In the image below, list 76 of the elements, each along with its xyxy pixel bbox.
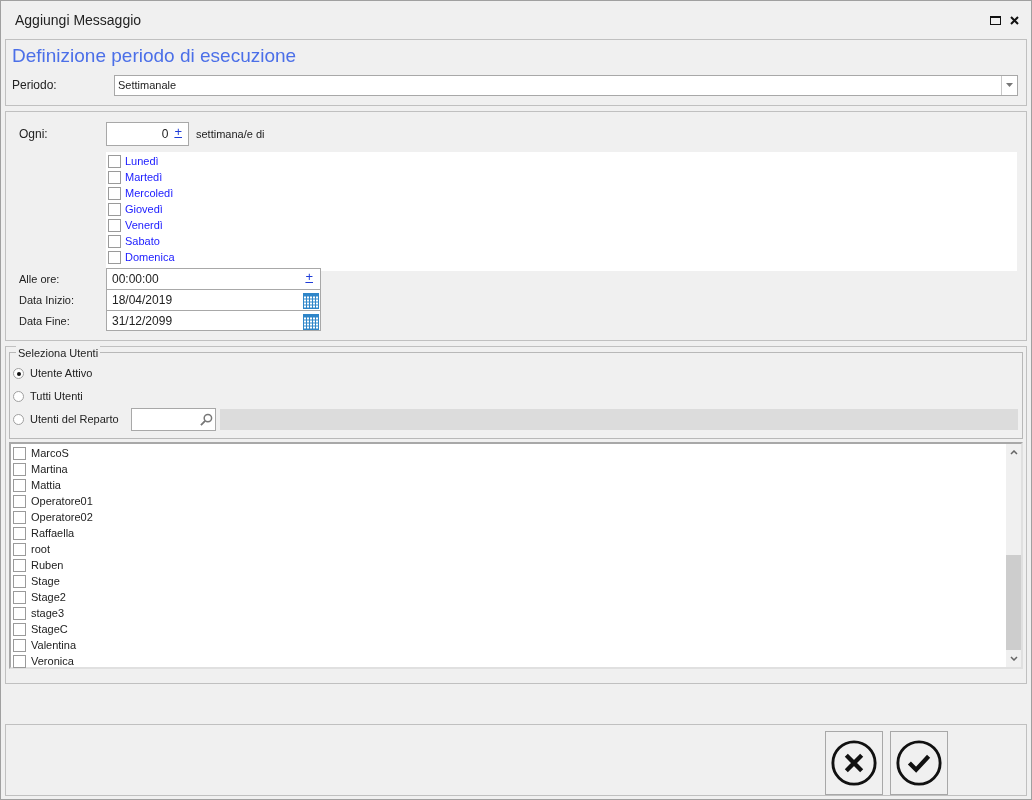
field-label: Ogni:: [18, 126, 49, 143]
confirm-button[interactable]: [890, 731, 948, 795]
day-label: Venerdì: [125, 217, 163, 233]
checkbox[interactable]: [13, 446, 26, 460]
field-label: Data Fine:: [18, 313, 71, 329]
radio-button[interactable]: [13, 368, 24, 379]
dropdown-arrow-icon: [1006, 83, 1013, 87]
checkbox[interactable]: [108, 218, 121, 232]
radio-label: Utenti del Reparto: [30, 412, 119, 428]
checkbox[interactable]: [108, 170, 121, 184]
user-name: Stage: [31, 573, 60, 589]
checkbox[interactable]: [108, 154, 121, 168]
checkbox[interactable]: [13, 558, 26, 572]
day-label: Sabato: [125, 233, 160, 249]
user-name: Valentina: [31, 637, 77, 653]
checkbox[interactable]: [13, 638, 26, 652]
checkbox[interactable]: [13, 510, 26, 524]
day-label: Mercoledì: [125, 185, 174, 201]
day-label: Giovedì: [125, 201, 163, 217]
checkbox[interactable]: [13, 494, 26, 508]
checkbox[interactable]: [13, 542, 26, 556]
checkbox[interactable]: [13, 622, 26, 636]
user-name: Operatore01: [31, 493, 93, 509]
user-name: Mattia: [31, 477, 61, 493]
checkbox[interactable]: [13, 574, 26, 588]
checkbox[interactable]: [108, 250, 121, 264]
checkbox[interactable]: [108, 186, 121, 200]
cancel-button[interactable]: [825, 731, 883, 795]
unit-label: settimana/e di: [196, 126, 265, 142]
user-name: Operatore02: [31, 509, 93, 525]
period-dropdown[interactable]: Settimanale: [114, 74, 1018, 96]
day-label: Lunedì: [125, 153, 159, 169]
section-heading: Definizione periodo di esecuzione: [11, 44, 298, 68]
user-name: Raffaella: [31, 525, 75, 541]
close-icon[interactable]: [1010, 15, 1019, 25]
scrollbar-thumb[interactable]: [1006, 555, 1021, 650]
checkbox[interactable]: [13, 526, 26, 540]
checkbox[interactable]: [108, 202, 121, 216]
checkmark-icon: [895, 739, 943, 787]
weeks-spin-field[interactable]: 0 +: [106, 122, 189, 146]
day-label: Domenica: [125, 249, 175, 265]
time-spin-field[interactable]: 00:00:00 +: [106, 268, 321, 290]
scroll-up-icon[interactable]: [1009, 450, 1018, 455]
radio-button[interactable]: [13, 414, 24, 425]
user-name: stage3: [31, 605, 65, 621]
user-name: Veronica: [31, 653, 74, 669]
department-search-field[interactable]: [130, 408, 216, 431]
close-icon: [830, 739, 878, 787]
field-label: Periodo:: [11, 77, 58, 94]
calendar-icon[interactable]: [303, 314, 319, 330]
field-label: Alle ore:: [18, 271, 61, 287]
radio-button[interactable]: [13, 391, 24, 402]
radio-label: Utente Attivo: [30, 366, 93, 382]
checkbox[interactable]: [13, 590, 26, 604]
field-label: Data Inizio:: [18, 293, 76, 309]
calendar-icon[interactable]: [303, 293, 319, 309]
search-icon: [199, 413, 213, 426]
scrollbar[interactable]: [1006, 444, 1021, 667]
date-field[interactable]: 18/04/2019: [106, 289, 321, 311]
user-name: root: [31, 541, 50, 557]
checkbox[interactable]: [13, 606, 26, 620]
day-label: Martedì: [125, 169, 163, 185]
maximize-icon[interactable]: [990, 15, 1001, 25]
checkbox[interactable]: [108, 234, 121, 248]
radio-label: Tutti Utenti: [30, 389, 83, 405]
date-field[interactable]: 31/12/2099: [106, 310, 321, 331]
user-name: Martina: [31, 461, 68, 477]
user-name: Ruben: [31, 557, 64, 573]
user-name: Stage2: [31, 589, 66, 605]
checkbox[interactable]: [13, 654, 26, 668]
scroll-down-icon[interactable]: [1009, 656, 1018, 661]
checkbox[interactable]: [13, 462, 26, 476]
window-title: Aggiungi Messaggio: [15, 10, 142, 30]
user-name: StageC: [31, 621, 68, 637]
checkbox[interactable]: [13, 478, 26, 492]
user-name: MarcoS: [31, 445, 69, 461]
